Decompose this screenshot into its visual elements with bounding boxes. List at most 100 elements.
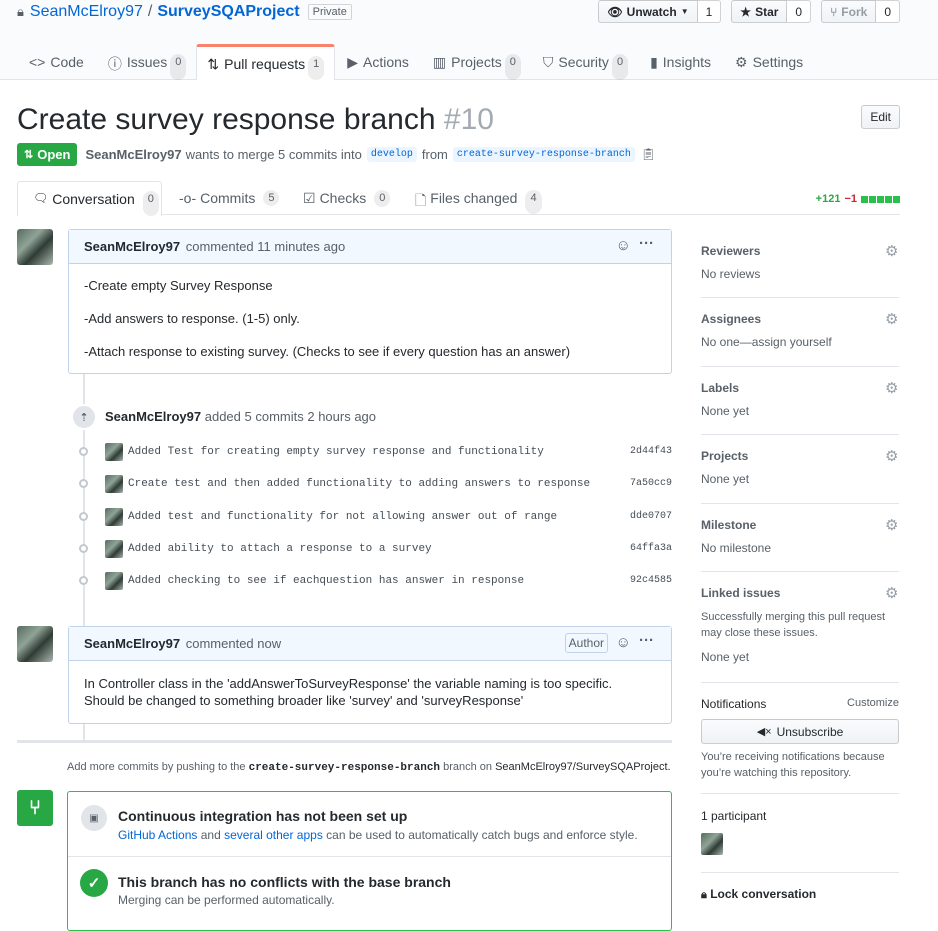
lock-conversation[interactable]: 🔒︎ Lock conversation	[701, 873, 899, 902]
commit-message[interactable]: Added checking to see if eachquestion ha…	[128, 575, 524, 587]
sidebar-value[interactable]: No one—assign yourself	[701, 335, 899, 349]
avatar[interactable]	[105, 540, 123, 558]
conflict-section: ✓ This branch has no conflicts with the …	[68, 857, 671, 917]
repo-name-link[interactable]: SurveySQAProject	[157, 3, 299, 21]
customize-link[interactable]: Customize	[847, 697, 899, 709]
tab-label: Code	[50, 54, 84, 70]
code-icon: <>	[29, 54, 46, 70]
fork-group: ⑂ Fork 0	[821, 0, 900, 23]
sidebar-title[interactable]: Projects	[701, 449, 899, 463]
avatar[interactable]	[105, 508, 123, 526]
sidebar-title[interactable]: Milestone	[701, 518, 899, 532]
commit-message[interactable]: Added test and functionality for not all…	[128, 511, 557, 523]
tab-files-changed[interactable]: 🗋︎ Files changed 4	[415, 190, 542, 214]
avatar[interactable]	[105, 572, 123, 590]
base-branch[interactable]: develop	[366, 146, 417, 162]
commit-sha[interactable]: 7a50cc9	[630, 478, 672, 489]
commit-list: Added Test for creating empty survey res…	[76, 441, 672, 602]
fork-button[interactable]: ⑂ Fork	[821, 0, 877, 23]
star-count[interactable]: 0	[787, 0, 812, 23]
commit-sha[interactable]: 92c4585	[630, 575, 672, 586]
commit-message[interactable]: Create test and then added functionality…	[128, 478, 590, 490]
tab-checks[interactable]: ☑ Checks 0	[303, 190, 391, 207]
tab-insights[interactable]: ▮ Insights	[638, 45, 723, 80]
avatar[interactable]	[17, 626, 53, 662]
sidebar-title[interactable]: Labels	[701, 381, 899, 395]
clipboard-icon[interactable]: 📋︎	[641, 147, 656, 161]
avatar[interactable]	[17, 229, 53, 265]
comment-author[interactable]: SeanMcElroy97	[84, 239, 180, 254]
commit-message[interactable]: Added Test for creating empty survey res…	[128, 446, 544, 458]
tab-commits[interactable]: -o- Commits 5	[179, 190, 280, 206]
check-circle-icon: ✓	[80, 869, 108, 897]
repo-owner-link[interactable]: SeanMcElroy97	[30, 3, 143, 21]
sidebar-labels: Labels None yet ⚙	[701, 367, 899, 435]
watch-group: 👁︎ Unwatch ▼ 1	[598, 0, 722, 23]
push-hint-branch: create-survey-response-branch	[248, 762, 441, 774]
other-apps-link[interactable]: several other apps	[224, 828, 323, 842]
smiley-icon[interactable]: ☺	[616, 634, 631, 651]
pr-header: Create survey response branch #10 Edit ⇅…	[17, 100, 900, 166]
conflict-title: This branch has no conflicts with the ba…	[118, 874, 451, 890]
commit-sha[interactable]: 64ffa3a	[630, 543, 672, 554]
commit-event-action: added 5 commits	[204, 409, 304, 424]
ci-title: Continuous integration has not been set …	[118, 808, 408, 824]
pr-author-link[interactable]: SeanMcElroy97	[85, 147, 181, 162]
star-button[interactable]: ★ Star	[731, 0, 788, 23]
watch-button[interactable]: 👁︎ Unwatch ▼	[598, 0, 698, 23]
graph-icon: ▮	[650, 54, 658, 70]
comment-meta[interactable]: commented 11 minutes ago	[186, 239, 345, 254]
comment-meta[interactable]: commented now	[186, 636, 281, 651]
kebab-horizontal-icon[interactable]: ···	[639, 235, 654, 252]
tab-code[interactable]: <> Code	[17, 45, 96, 80]
commit-event-time[interactable]: 2 hours ago	[307, 409, 376, 424]
unsubscribe-button[interactable]: ◀︎× Unsubscribe	[701, 719, 899, 744]
pr-meta: ⇅ Open SeanMcElroy97 wants to merge 5 com…	[17, 142, 900, 166]
tab-conversation[interactable]: 🗨︎ Conversation 0	[17, 181, 162, 216]
tab-actions[interactable]: ▶ Actions	[335, 45, 421, 80]
gear-icon[interactable]: ⚙	[885, 381, 899, 396]
github-actions-link[interactable]: GitHub Actions	[118, 828, 197, 842]
gear-icon[interactable]: ⚙	[885, 312, 899, 327]
tab-label: Issues	[126, 54, 168, 70]
tab-issues[interactable]: ⓘ Issues 0	[96, 45, 197, 80]
tab-label: Commits	[200, 190, 256, 206]
avatar[interactable]	[701, 833, 723, 855]
commit-dot-icon	[79, 479, 88, 488]
commit-message[interactable]: Added ability to attach a response to a …	[128, 543, 432, 555]
head-branch[interactable]: create-survey-response-branch	[452, 146, 635, 162]
tab-security[interactable]: ⛉ Security 0	[531, 45, 638, 80]
gear-icon[interactable]: ⚙	[885, 518, 899, 533]
sidebar-notifications: Notifications Customize ◀︎× Unsubscribe …	[701, 683, 899, 794]
sidebar-title[interactable]: Reviewers	[701, 244, 899, 258]
sidebar-linked-issues: Linked issues Successfully merging this …	[701, 572, 899, 683]
sidebar-value: None yet	[701, 472, 750, 486]
comment-author[interactable]: SeanMcElroy97	[84, 636, 180, 651]
gear-icon[interactable]: ⚙	[885, 449, 899, 464]
mute-icon: ◀︎×	[756, 726, 772, 738]
sidebar-reviewers: Reviewers No reviews ⚙	[701, 230, 899, 298]
gear-icon[interactable]: ⚙	[885, 586, 899, 601]
tab-settings[interactable]: ⚙ Settings	[723, 45, 815, 80]
comment-box: SeanMcElroy97 commented 11 minutes ago ☺…	[68, 229, 672, 374]
commit-event-author[interactable]: SeanMcElroy97	[105, 409, 201, 424]
edit-title-button[interactable]: Edit	[861, 105, 900, 129]
sidebar-title[interactable]: Assignees	[701, 312, 899, 326]
gear-icon[interactable]: ⚙	[885, 244, 899, 259]
tab-label: Pull requests	[224, 56, 306, 72]
avatar[interactable]	[105, 475, 123, 493]
kebab-horizontal-icon[interactable]: ···	[639, 632, 654, 649]
watch-label: Unwatch	[626, 4, 677, 19]
tab-projects[interactable]: ▥ Projects 0	[421, 45, 531, 80]
tab-pull-requests[interactable]: ⇅ Pull requests 1	[196, 44, 336, 80]
avatar[interactable]	[105, 443, 123, 461]
watch-count[interactable]: 1	[697, 0, 722, 23]
file-diff-icon: 🗋︎	[415, 192, 427, 208]
smiley-icon[interactable]: ☺	[616, 237, 631, 254]
commit-sha[interactable]: dde0707	[630, 511, 672, 522]
commit-sha[interactable]: 2d44f43	[630, 446, 672, 457]
sidebar-title[interactable]: Linked issues	[701, 586, 899, 600]
tab-count: 0	[170, 54, 187, 80]
commit-event-text: SeanMcElroy97 added 5 commits 2 hours ag…	[105, 409, 376, 424]
fork-count[interactable]: 0	[876, 0, 900, 23]
